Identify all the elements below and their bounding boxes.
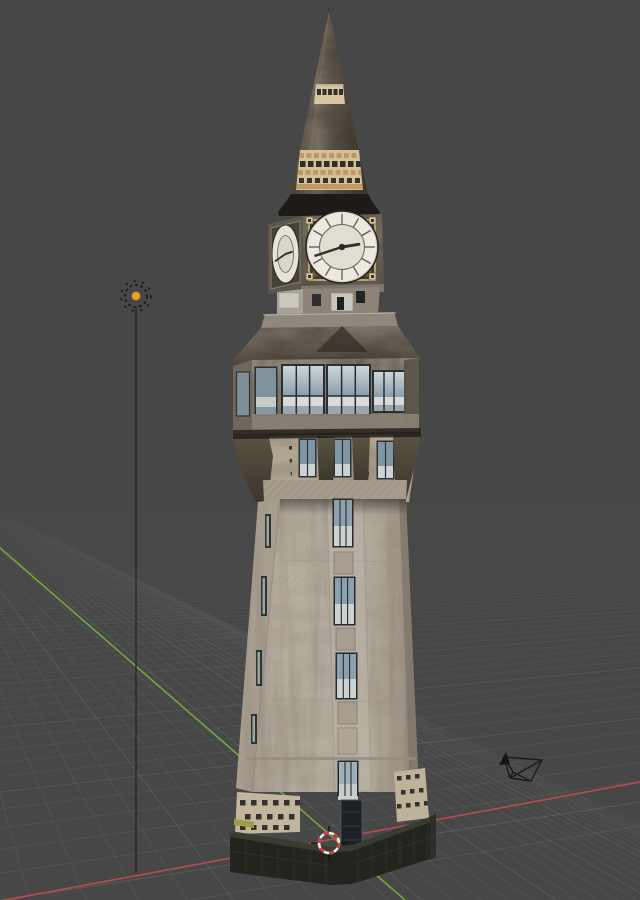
- corbel-window: [377, 441, 395, 480]
- gallery-window: [255, 367, 278, 417]
- shaft-panel: [336, 628, 355, 650]
- corbel-section: [233, 432, 421, 502]
- tower-shaft: [236, 499, 419, 793]
- shaft-panel: [338, 702, 357, 724]
- shaft-panel: [338, 728, 357, 754]
- light-origin-dot[interactable]: [132, 292, 141, 301]
- shaft-panel: [334, 552, 353, 574]
- corbel-windows: [299, 439, 395, 480]
- gallery-windows: [255, 364, 407, 417]
- clock-face-front: [306, 211, 378, 283]
- corbel-window: [299, 439, 317, 478]
- corbel-window: [334, 439, 352, 478]
- base-window: [338, 761, 359, 798]
- gallery-window: [372, 370, 406, 413]
- base-checker-right: [394, 768, 429, 822]
- clock-section: [268, 211, 384, 294]
- shaft-window: [336, 653, 358, 700]
- gallery-window: [326, 364, 371, 416]
- 3d-viewport[interactable]: [0, 0, 640, 900]
- gallery-window: [281, 364, 325, 416]
- shaft-window: [333, 499, 354, 548]
- observation-gallery: [233, 358, 421, 438]
- clock-face-side: [272, 225, 299, 283]
- gallery-window-side: [237, 372, 250, 416]
- base-checker-left: [235, 792, 301, 834]
- shaft-window: [334, 577, 356, 626]
